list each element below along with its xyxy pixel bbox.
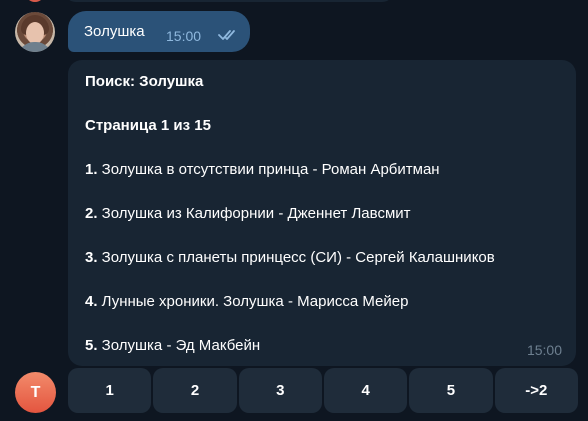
result-text: Лунные хроники. Золушка - Марисса Мейер [97,293,409,310]
user-message-bubble[interactable]: Золушка 15:00 [68,11,250,52]
previous-avatar-fragment [25,0,45,2]
page-indicator: Страница 1 из 15 [85,117,211,134]
inline-keyboard: 1 2 3 4 5 ->2 [68,368,578,413]
result-item[interactable]: 3. Золушка с планеты принцесс (СИ) - Сер… [85,249,495,266]
result-number: 4. [85,293,98,310]
next-page-button[interactable]: ->2 [494,368,578,413]
page-button-4[interactable]: 4 [323,368,408,413]
result-item[interactable]: 2. Золушка из Калифорнии - Дженнет Лавсм… [85,205,411,222]
avatar-face [26,22,44,44]
result-item[interactable]: 4. Лунные хроники. Золушка - Марисса Мей… [85,293,408,310]
previous-message-fragment [64,0,394,2]
avatar-shoulders [18,42,52,52]
result-number: 2. [85,205,98,222]
result-text: Золушка - Эд Макбейн [97,337,261,354]
user-message-text: Золушка [84,23,145,40]
bot-message-bubble[interactable]: Поиск: Золушка Страница 1 из 15 1. Золуш… [68,60,576,366]
chat-view: Золушка 15:00 Поиск: Золушка Страница 1 … [0,0,588,421]
result-number: 1. [85,161,98,178]
bot-avatar[interactable]: T [15,372,56,413]
page-button-2[interactable]: 2 [153,368,237,413]
bot-message-time: 15:00 [526,342,562,358]
result-text: Золушка в отсутствии принца - Роман Арби… [97,161,440,178]
result-number: 3. [85,249,98,266]
search-title: Поиск: Золушка [85,73,204,90]
page-button-5[interactable]: 5 [409,368,493,413]
result-item[interactable]: 1. Золушка в отсутствии принца - Роман А… [85,161,440,178]
result-text: Золушка из Калифорнии - Дженнет Лавсмит [97,205,411,222]
page-button-1[interactable]: 1 [68,368,152,413]
result-text: Золушка с планеты принцесс (СИ) - Сергей… [97,249,495,266]
double-check-icon [218,30,235,40]
user-avatar[interactable] [15,12,55,52]
result-item[interactable]: 5. Золушка - Эд Макбейн [85,337,260,354]
result-number: 5. [85,337,98,354]
page-button-3[interactable]: 3 [238,368,322,413]
user-message-time: 15:00 [166,28,202,44]
